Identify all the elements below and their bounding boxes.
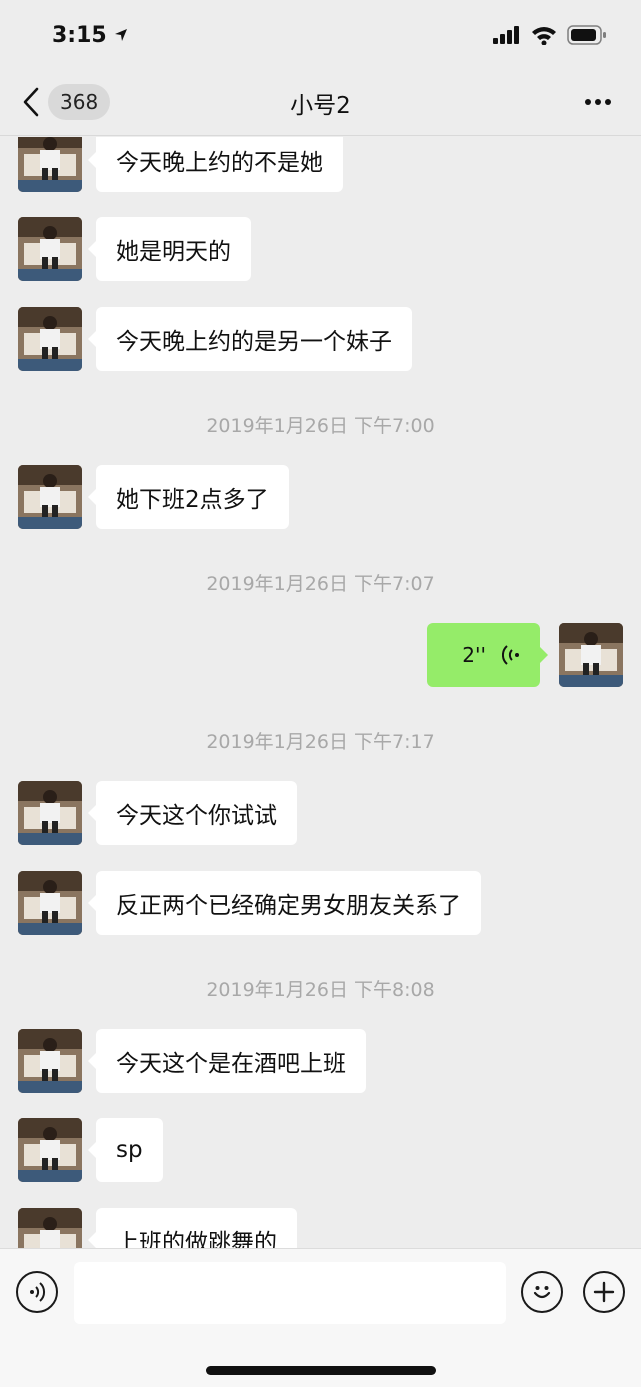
unread-count-badge: 368 [48,84,111,120]
chat-header: 368 小号2 [0,70,641,136]
voice-duration: 2'' [462,643,486,667]
message-timestamp: 2019年1月26日 下午7:00 [206,415,435,437]
voice-wave-icon [502,645,519,665]
contact-avatar[interactable] [18,307,82,371]
message-timestamp: 2019年1月26日 下午7:07 [206,573,435,595]
contact-avatar[interactable] [18,137,82,192]
avatar-image [18,465,82,529]
message-bubble[interactable]: 反正两个已经确定男女朋友关系了 [88,871,481,935]
contact-avatar[interactable] [18,465,82,529]
clock-text: 3:15 [52,22,107,48]
message-bubble[interactable]: 她下班2点多了 [88,465,289,529]
avatar-image [18,137,82,192]
chevron-left-icon [23,87,39,117]
avatar-image [18,217,82,281]
message-timestamp: 2019年1月26日 下午8:08 [206,979,435,1001]
chat-title: 小号2 [290,92,351,119]
message-row: 今天这个是在酒吧上班 [0,1029,641,1093]
contact-avatar[interactable] [18,1208,82,1248]
status-indicators [493,25,607,45]
message-row: 她下班2点多了 [0,465,641,529]
contact-avatar[interactable] [18,871,82,935]
avatar-image [559,623,623,687]
avatar-image [18,1208,82,1248]
emoji-button[interactable] [521,1271,563,1313]
message-timestamp: 2019年1月26日 下午7:17 [206,731,435,753]
avatar-image [18,1029,82,1093]
battery-icon [567,25,606,45]
message-input[interactable] [74,1262,506,1324]
message-bubble[interactable]: 她是明天的 [88,217,251,281]
message-bubble[interactable]: 今天晚上约的是另一个妹子 [88,307,412,371]
message-bubble[interactable]: 今天这个是在酒吧上班 [88,1029,366,1093]
back-button[interactable]: 368 [22,82,111,122]
emoji-icon [533,1286,551,1299]
signal-icon [493,26,519,44]
message-bubble[interactable]: 今天这个你试试 [88,781,297,845]
contact-avatar[interactable] [18,1029,82,1093]
more-actions-button[interactable] [583,1271,625,1313]
voice-toggle-button[interactable] [16,1271,58,1313]
contact-avatar[interactable] [18,781,82,845]
message-bubble[interactable]: 上班的做跳舞的 [88,1208,297,1248]
home-indicator[interactable] [206,1366,436,1375]
message-row: sp [0,1118,641,1182]
message-list[interactable]: 今天晚上约的不是她 她是明天的 今天晚上约的是另一个妹子 2019年1月26日 … [0,137,641,1248]
avatar-image [18,781,82,845]
message-row: 上班的做跳舞的 [0,1208,641,1248]
message-bubble[interactable]: 今天晚上约的不是她 [88,137,343,192]
avatar-image [18,1118,82,1182]
message-row: 今天晚上约的是另一个妹子 [0,307,641,371]
more-options-icon[interactable] [583,92,613,112]
plus-icon [593,1281,615,1303]
message-row: 今天晚上约的不是她 [0,137,641,192]
message-row: 反正两个已经确定男女朋友关系了 [0,871,641,935]
contact-avatar[interactable] [18,217,82,281]
location-arrow-icon [114,29,127,41]
avatar-image [18,307,82,371]
message-row: 2'' [0,623,641,687]
status-time: 3:15 [52,23,129,48]
contact-avatar[interactable] [18,1118,82,1182]
avatar-image [18,871,82,935]
message-row: 今天这个你试试 [0,781,641,845]
voice-toggle-icon [30,1282,46,1302]
wifi-icon [532,27,556,45]
message-row: 她是明天的 [0,217,641,281]
own-avatar[interactable] [559,623,623,687]
message-bubble[interactable]: sp [88,1118,163,1182]
status-bar: 3:15 [0,0,641,70]
voice-message-bubble[interactable]: 2'' [427,623,548,687]
